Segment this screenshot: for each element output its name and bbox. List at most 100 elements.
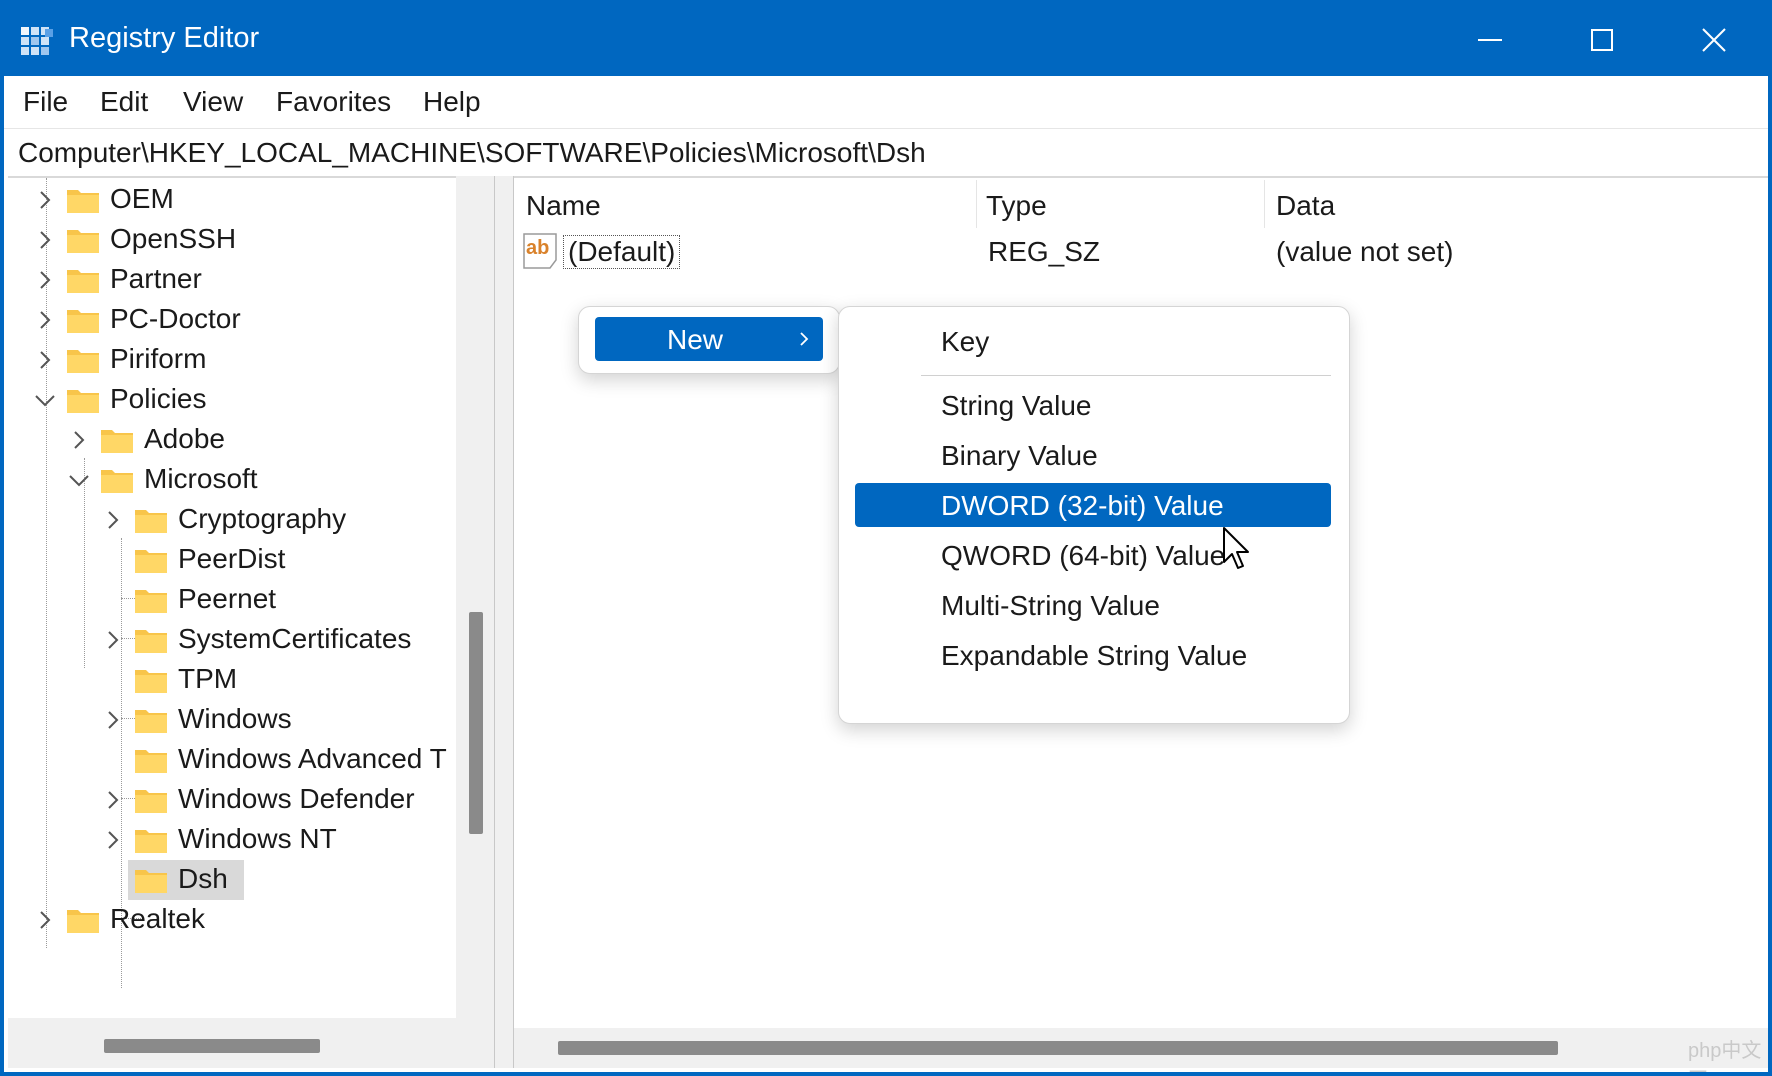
column-divider[interactable] <box>1264 180 1265 228</box>
tree-item-piriform[interactable]: Piriform <box>34 340 454 380</box>
value-type: REG_SZ <box>988 236 1101 267</box>
chevron-right-icon[interactable] <box>102 629 124 651</box>
address-bar[interactable]: Computer\HKEY_LOCAL_MACHINE\SOFTWARE\Pol… <box>4 128 1768 177</box>
tree-item-label: Adobe <box>144 423 225 454</box>
menu-favorites[interactable]: Favorites <box>276 86 391 118</box>
tree-item-openssh[interactable]: OpenSSH <box>34 220 454 260</box>
values-horizontal-scrollbar[interactable] <box>514 1028 1768 1068</box>
pane-splitter[interactable] <box>494 176 514 1068</box>
chevron-right-icon[interactable] <box>34 909 56 931</box>
context-menu-new-label: New <box>666 324 723 355</box>
menu-edit[interactable]: Edit <box>100 86 148 118</box>
tree-vertical-scroll-thumb[interactable] <box>469 612 483 834</box>
title-bar[interactable]: Registry Editor <box>4 4 1768 76</box>
string-value-icon: ab <box>523 233 557 269</box>
submenu-item-multi-string-value[interactable]: Multi-String Value <box>855 583 1331 627</box>
tree-item-policies[interactable]: Policies <box>34 380 454 420</box>
chevron-right-icon[interactable] <box>102 509 124 531</box>
context-menu-new[interactable]: New <box>595 317 823 361</box>
tree-item-peerdist[interactable]: PeerDist <box>102 540 462 580</box>
address-path[interactable]: Computer\HKEY_LOCAL_MACHINE\SOFTWARE\Pol… <box>18 137 926 169</box>
submenu-item-string-value[interactable]: String Value <box>855 383 1331 427</box>
folder-icon <box>135 630 167 653</box>
tree-item-label: OEM <box>110 183 174 214</box>
tree-item-windows-defender[interactable]: Windows Defender <box>102 780 462 820</box>
tree-item-dsh[interactable]: Dsh <box>102 860 462 900</box>
column-header-data[interactable]: Data <box>1276 190 1335 222</box>
tree-horizontal-scroll-thumb[interactable] <box>104 1039 320 1053</box>
chevron-right-icon[interactable] <box>68 429 90 451</box>
chevron-right-icon[interactable] <box>34 189 56 211</box>
tree-item-windows-nt[interactable]: Windows NT <box>102 820 462 860</box>
tree-item-realtek[interactable]: Realtek <box>34 900 454 940</box>
tree-item-microsoft[interactable]: Microsoft <box>68 460 458 500</box>
submenu-item-label: String Value <box>941 390 1092 421</box>
tree-item-oem[interactable]: OEM <box>34 180 454 220</box>
context-menu: New <box>578 306 840 374</box>
tree-item-label: Windows NT <box>178 823 337 854</box>
tree-item-tpm[interactable]: TPM <box>102 660 462 700</box>
tree-item-cryptography[interactable]: Cryptography <box>102 500 462 540</box>
submenu-item-binary-value[interactable]: Binary Value <box>855 433 1331 477</box>
chevron-right-icon[interactable] <box>102 829 124 851</box>
svg-text:ab: ab <box>526 237 549 259</box>
folder-icon <box>135 790 167 813</box>
tree-item-windows-advanced[interactable]: Windows Advanced T <box>102 740 462 780</box>
submenu-item-dword-value[interactable]: DWORD (32-bit) Value <box>855 483 1331 527</box>
submenu-item-label: DWORD (32-bit) Value <box>941 490 1224 521</box>
value-row[interactable]: ab (Default) REG_SZ (value not set) <box>514 230 1768 274</box>
chevron-right-icon[interactable] <box>34 229 56 251</box>
mouse-cursor-icon <box>1223 527 1249 569</box>
submenu-item-key[interactable]: Key <box>855 319 1331 363</box>
chevron-down-icon[interactable] <box>34 389 56 411</box>
menu-file[interactable]: File <box>23 86 68 118</box>
maximize-button[interactable] <box>1546 4 1658 76</box>
tree-item-label: Policies <box>110 383 207 414</box>
column-divider[interactable] <box>976 180 977 228</box>
tree-item-windows[interactable]: Windows <box>102 700 462 740</box>
folder-icon <box>101 430 133 453</box>
menu-view[interactable]: View <box>183 86 243 118</box>
minimize-button[interactable] <box>1434 4 1546 76</box>
tree-item-adobe[interactable]: Adobe <box>68 420 458 460</box>
folder-icon <box>135 590 167 613</box>
tree-item-pc-doctor[interactable]: PC-Doctor <box>34 300 454 340</box>
tree-item-label: Partner <box>110 263 202 294</box>
close-button[interactable] <box>1658 4 1768 76</box>
folder-icon <box>67 270 99 293</box>
folder-icon <box>67 390 99 413</box>
tree-item-label: SystemCertificates <box>178 623 412 654</box>
chevron-right-icon[interactable] <box>102 709 124 731</box>
folder-icon <box>135 830 167 853</box>
folder-icon <box>67 310 99 333</box>
value-name[interactable]: (Default) <box>562 235 681 269</box>
submenu-item-label: Binary Value <box>941 440 1098 471</box>
tree-vertical-scrollbar[interactable] <box>456 176 494 1018</box>
chevron-right-icon[interactable] <box>34 309 56 331</box>
submenu-item-label: Key <box>941 326 990 357</box>
tree-item-peernet[interactable]: Peernet <box>102 580 462 620</box>
submenu-item-qword-value[interactable]: QWORD (64-bit) Value <box>855 533 1331 577</box>
chevron-right-icon <box>800 332 809 346</box>
tree-item-systemcertificates[interactable]: SystemCertificates <box>102 620 462 660</box>
chevron-right-icon[interactable] <box>102 789 124 811</box>
menu-help[interactable]: Help <box>423 86 481 118</box>
submenu-item-label: Multi-String Value <box>941 590 1160 621</box>
submenu-separator <box>921 375 1331 376</box>
tree-item-label: Realtek <box>110 903 205 934</box>
tree-item-label: PC-Doctor <box>110 303 241 334</box>
folder-icon <box>135 870 167 893</box>
submenu-item-expandable-string-value[interactable]: Expandable String Value <box>855 633 1331 677</box>
chevron-right-icon[interactable] <box>34 269 56 291</box>
column-header-type[interactable]: Type <box>986 190 1047 222</box>
tree-horizontal-scrollbar[interactable] <box>8 1018 494 1068</box>
chevron-right-icon[interactable] <box>34 349 56 371</box>
column-header-name[interactable]: Name <box>526 190 601 222</box>
tree-item-label: Dsh <box>178 863 228 894</box>
values-horizontal-scroll-thumb[interactable] <box>558 1041 1558 1055</box>
watermark-text: php中文网 <box>1688 1040 1762 1072</box>
maximize-icon <box>1591 29 1613 51</box>
chevron-down-icon[interactable] <box>68 469 90 491</box>
menu-bar: File Edit View Favorites Help <box>4 76 1768 128</box>
tree-item-partner[interactable]: Partner <box>34 260 454 300</box>
